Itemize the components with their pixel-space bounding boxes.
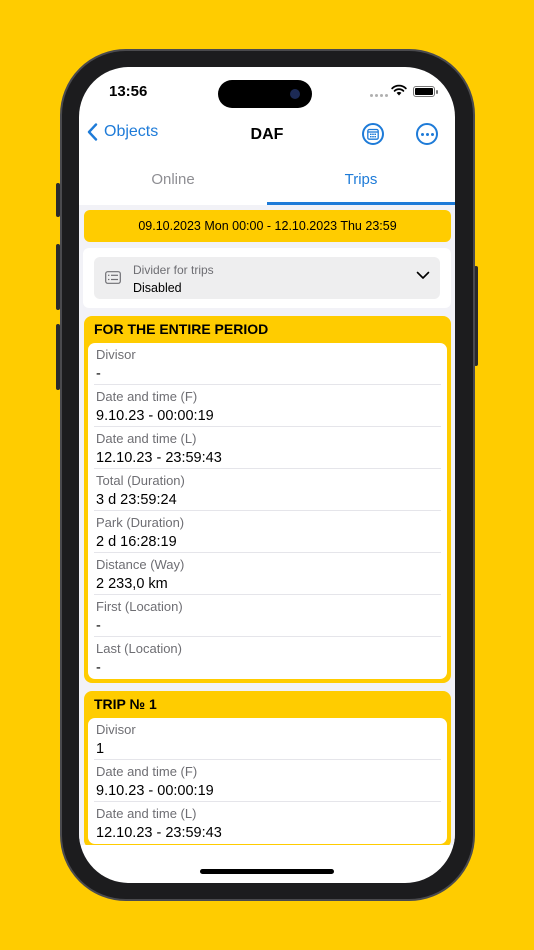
list-item: Date and time (L) 12.10.23 - 23:59:43 <box>94 427 441 469</box>
calendar-icon <box>367 128 379 140</box>
cellular-signal-icon <box>370 94 388 97</box>
list-item: Total (Duration) 3 d 23:59:24 <box>94 469 441 511</box>
battery-icon <box>413 86 435 97</box>
divider-label: Divider for trips <box>133 263 214 277</box>
row-value: - <box>96 618 101 634</box>
row-value: 12.10.23 - 23:59:43 <box>96 450 222 466</box>
list-item: Divisor - <box>94 343 441 385</box>
app-screen: 13:56 Objects DAF Online Trips 09.10.202… <box>79 67 455 883</box>
status-time: 13:56 <box>109 83 148 100</box>
card-body: Divisor - Date and time (F) 9.10.23 - 00:0… <box>88 343 447 679</box>
row-value: 12.10.23 - 23:59:43 <box>96 825 222 841</box>
row-value: 9.10.23 - 00:00:19 <box>96 783 214 799</box>
list-item: First (Location) - <box>94 595 441 637</box>
battery-cap <box>436 90 438 94</box>
camera-icon <box>290 89 300 99</box>
chevron-down-icon <box>416 271 430 279</box>
period-banner[interactable]: 09.10.2023 Mon 00:00 - 12.10.2023 Thu 23… <box>84 210 451 242</box>
row-label: Distance (Way) <box>96 557 185 572</box>
row-label: Total (Duration) <box>96 473 185 488</box>
list-item: Date and time (F) 9.10.23 - 00:00:19 <box>94 760 441 802</box>
wifi-icon <box>391 84 407 96</box>
row-value: 1 <box>96 741 105 757</box>
segment-tabs: Online Trips <box>79 159 455 205</box>
list-icon <box>105 271 121 284</box>
row-label: Divisor <box>96 722 136 737</box>
dynamic-island <box>218 80 312 108</box>
row-label: Last (Location) <box>96 641 182 656</box>
row-label: Date and time (F) <box>96 764 198 779</box>
card-title: FOR THE ENTIRE PERIOD <box>94 321 269 337</box>
divider-value: Disabled <box>133 281 182 295</box>
list-item: Date and time (F) 9.10.23 - 00:00:19 <box>94 385 441 427</box>
row-label: Park (Duration) <box>96 515 185 530</box>
row-value: 9.10.23 - 00:00:19 <box>96 408 214 424</box>
row-value: - <box>96 660 101 676</box>
home-indicator[interactable] <box>200 869 334 874</box>
list-item: Date and time (L) 12.10.23 - 23:59:43 <box>94 802 441 844</box>
trip-card: TRIP № 1 Divisor 1 Date and time (F) 9.10.… <box>84 691 451 845</box>
calendar-button[interactable] <box>362 123 384 145</box>
row-label: Divisor <box>96 347 136 362</box>
divider-section: Divider for trips Disabled <box>83 248 451 308</box>
card-body: Divisor 1 Date and time (F) 9.10.23 - 00:0… <box>88 718 447 844</box>
page-title: DAF <box>250 126 284 143</box>
ellipsis-icon <box>420 132 434 136</box>
row-label: First (Location) <box>96 599 183 614</box>
list-item: Divisor 1 <box>94 718 441 760</box>
status-bar: 13:56 <box>79 67 455 117</box>
row-label: Date and time (F) <box>96 389 198 404</box>
row-value: 2 d 16:28:19 <box>96 534 177 550</box>
row-value: 3 d 23:59:24 <box>96 492 177 508</box>
divider-dropdown[interactable]: Divider for trips Disabled <box>94 257 440 299</box>
navigation-bar: Objects DAF <box>79 117 455 153</box>
tab-online[interactable]: Online <box>79 159 267 205</box>
list-item: Park (Duration) 2 d 16:28:19 <box>94 511 441 553</box>
row-value: 2 233,0 km <box>96 576 168 592</box>
card-title: TRIP № 1 <box>94 696 157 712</box>
trips-content[interactable]: 09.10.2023 Mon 00:00 - 12.10.2023 Thu 23… <box>79 205 455 845</box>
more-options-button[interactable] <box>416 123 438 145</box>
list-item: Last (Location) - <box>94 637 441 679</box>
row-value: - <box>96 366 101 382</box>
row-label: Date and time (L) <box>96 431 197 446</box>
tab-trips[interactable]: Trips <box>267 159 455 205</box>
row-label: Date and time (L) <box>96 806 197 821</box>
summary-card: FOR THE ENTIRE PERIOD Divisor - Date and … <box>84 316 451 683</box>
list-item: Distance (Way) 2 233,0 km <box>94 553 441 595</box>
